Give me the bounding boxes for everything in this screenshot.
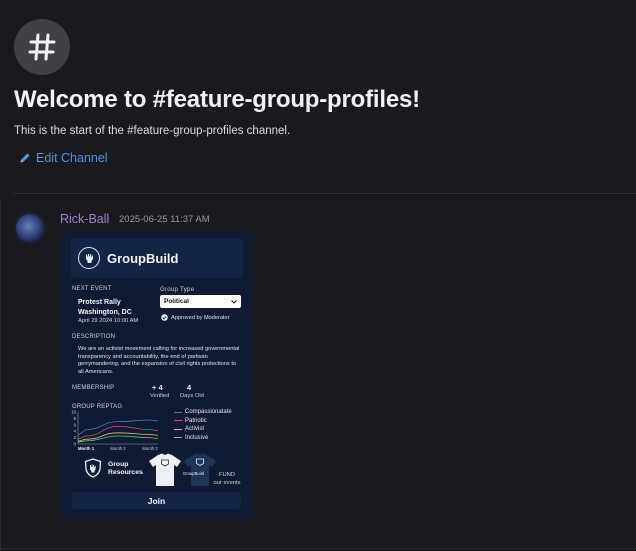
legend-item: Patriotic: [174, 417, 232, 426]
x-tick-label: Month 1: [78, 446, 95, 451]
author-name[interactable]: Rick-Ball: [60, 212, 109, 226]
membership-label: MEMBERSHIP: [72, 385, 115, 391]
avatar[interactable]: [14, 212, 46, 244]
shirt-brand-text: GroupBuild: [183, 471, 204, 476]
group-resources-line2: Resources: [108, 469, 143, 476]
raised-fist-logo-icon: [78, 247, 100, 269]
legend-label: Patriotic: [185, 417, 207, 424]
verified-label: Verified: [150, 393, 170, 399]
reptag-legend: Compassionatate Patriotic Activist Inclusiv…: [174, 408, 232, 442]
card-header: GroupBuild: [71, 238, 243, 278]
group-resources-icon[interactable]: [84, 458, 102, 478]
pane-edge: [0, 200, 1, 551]
fund-line2: our events: [213, 480, 241, 486]
legend-swatch: [174, 437, 182, 439]
y-tick-label: 0: [74, 442, 77, 447]
join-button[interactable]: Join: [72, 492, 241, 509]
bottom-divider: [0, 548, 636, 549]
message-timestamp: 2025-06-25 11:37 AM: [119, 214, 210, 225]
welcome-title: Welcome to #feature-group-profiles!: [14, 86, 420, 113]
y-tick-label: 6: [74, 422, 77, 427]
group-type-label: Group Type: [160, 286, 195, 293]
event-name-line2: Washington, DC: [78, 309, 132, 316]
y-tick-label: 4: [74, 429, 77, 434]
event-date: April 29 2024 10:00 AM: [78, 318, 139, 324]
event-name-line1: Protest Rally: [78, 299, 121, 306]
hash-icon: [28, 33, 56, 61]
channel-hash-icon: [14, 19, 70, 75]
legend-label: Compassionatate: [185, 409, 232, 416]
group-resources-line1: Group: [108, 461, 129, 468]
check-circle-icon: [161, 314, 168, 321]
description-text: We are an activist movement calling for …: [78, 346, 240, 375]
edit-channel-button[interactable]: Edit Channel: [19, 151, 108, 165]
approved-label: Approved by Moderator: [171, 314, 230, 321]
approved-badge: Approved by Moderator: [161, 314, 229, 321]
y-tick-label: 10: [71, 410, 76, 415]
next-event-label: NEXT EVENT: [72, 286, 112, 292]
legend-label: Inclusive: [185, 434, 209, 441]
group-resources-link[interactable]: Group Resources: [108, 461, 143, 477]
verified-count: + 4: [152, 383, 163, 392]
event-name: Protest Rally Washington, DC: [78, 298, 132, 318]
brand-name: GroupBuild: [107, 250, 179, 266]
legend-item: Activist: [174, 425, 232, 434]
group-type-value: Political: [164, 298, 189, 305]
days-count: 4: [187, 383, 192, 392]
chevron-down-icon: [231, 299, 237, 304]
legend-swatch: [174, 420, 182, 422]
legend-label: Activist: [185, 426, 205, 433]
edit-channel-label: Edit Channel: [36, 151, 108, 165]
white-tshirt-image[interactable]: [147, 452, 183, 488]
welcome-subtitle: This is the start of the #feature-group-…: [14, 125, 291, 137]
pencil-icon: [20, 153, 30, 163]
reptag-chart: 1086 42 0Month 1 Month 2 Month 3: [71, 410, 159, 451]
series-line: [77, 432, 159, 442]
divider: [14, 193, 636, 194]
y-tick-label: 2: [74, 435, 77, 440]
days-label: Days Old: [180, 393, 204, 399]
description-label: DESCRIPTION: [72, 334, 116, 340]
legend-item: Inclusive: [174, 434, 232, 443]
x-tick-label: Month 2: [110, 446, 126, 451]
legend-swatch: [174, 428, 182, 430]
group-type-select[interactable]: Political: [160, 295, 241, 308]
legend-item: Compassionatate: [174, 408, 232, 417]
group-profile-card[interactable]: GroupBuild NEXT EVENT Protest Rally Wash…: [60, 230, 252, 519]
legend-swatch: [174, 411, 182, 413]
fund-line1: FUND: [218, 472, 236, 478]
y-tick-label: 8: [74, 416, 77, 421]
fund-link[interactable]: FUND our events: [211, 471, 243, 487]
x-tick-label: Month 3: [142, 446, 158, 451]
